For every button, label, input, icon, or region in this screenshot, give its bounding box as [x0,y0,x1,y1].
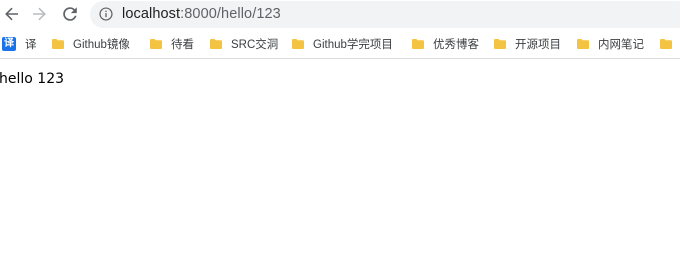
forward-button[interactable] [27,2,51,26]
arrow-left-icon [5,7,18,21]
bookmark-folder-intranet-notes[interactable]: 内网笔记 [577,30,644,58]
page-content: hello 123 [0,59,680,272]
bookmark-folder-src[interactable]: SRC交洞 [210,30,278,58]
bookmark-label: Github学完项目 [313,39,393,51]
browser-toolbar: localhost:8000/hello/123 [0,0,680,29]
folder-icon [210,39,222,49]
bookmark-folder-open-source[interactable]: 开源项目 [494,30,561,58]
url-path: :8000/hello/123 [180,6,281,22]
bookmark-folder-blogs[interactable]: 优秀博客 [412,30,479,58]
folder-icon [494,39,506,49]
bookmarks-bar: 译 译 Github镜像 待看 SRC交洞 Github学完项目 优秀博客 开源… [0,30,680,59]
url-text[interactable]: localhost:8000/hello/123 [122,5,281,24]
bookmark-label: Github镜像 [73,39,130,51]
folder-icon [412,39,424,49]
info-icon[interactable] [99,7,113,21]
url-host: localhost [122,6,181,22]
reload-button[interactable] [58,2,82,26]
browser-window: localhost:8000/hello/123 译 译 Github镜像 待看… [0,0,680,272]
bookmark-label: 译 [25,39,37,51]
back-button[interactable] [0,2,24,26]
address-bar[interactable]: localhost:8000/hello/123 [90,1,680,28]
bookmark-translate[interactable]: 译 译 [2,30,37,58]
bookmark-label: 待看 [171,39,194,51]
bookmark-label: SRC交洞 [231,39,279,51]
folder-icon [660,39,672,49]
bookmark-label: 内网笔记 [598,39,644,51]
bookmark-folder-github-mirror[interactable]: Github镜像 [52,30,130,58]
bookmark-folder-overflow[interactable] [660,30,672,58]
bookmark-folder-to-watch[interactable]: 待看 [150,30,194,58]
bookmark-folder-github-projects[interactable]: Github学完项目 [292,30,393,58]
bookmark-label: 优秀博客 [433,39,479,51]
bookmark-label: 开源项目 [515,39,561,51]
translate-icon: 译 [2,37,16,51]
folder-icon [150,39,162,49]
folder-icon [52,39,64,49]
page-body-text: hello 123 [0,71,65,87]
reload-icon [63,7,77,21]
folder-icon [292,39,304,49]
folder-icon [577,39,589,49]
arrow-right-icon [33,7,46,21]
